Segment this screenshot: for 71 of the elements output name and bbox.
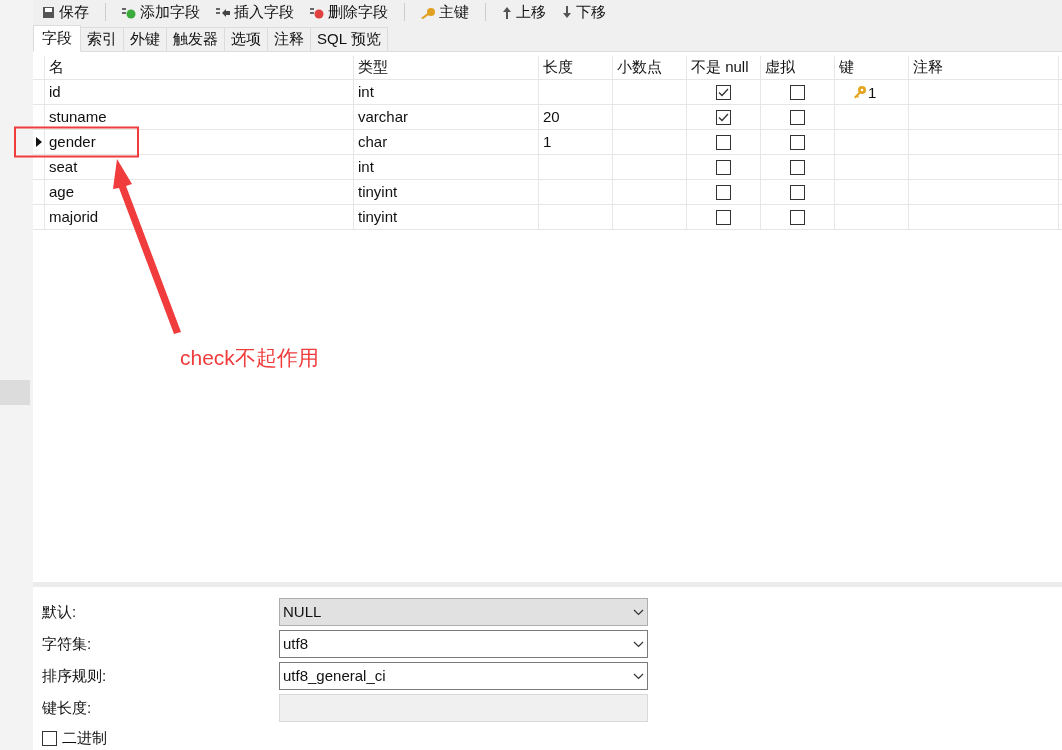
tab[interactable]: 索引 (81, 27, 124, 51)
field-label: 排序规则: (42, 665, 108, 686)
checkbox[interactable] (42, 730, 57, 746)
column-header[interactable]: 虚拟 (765, 56, 795, 79)
column-header[interactable]: 长度 (543, 56, 573, 79)
insert-field-icon (216, 5, 230, 19)
toolbar-button[interactable]: 下移 (558, 0, 610, 24)
delete-field-icon (310, 5, 324, 19)
checkbox[interactable] (716, 209, 731, 225)
toolbar-button[interactable]: 添加字段 (118, 0, 204, 24)
column-header[interactable]: 名 (49, 56, 64, 79)
annotation-text: check不起作用 (180, 345, 319, 371)
tab[interactable]: 外键 (124, 27, 167, 51)
tab[interactable]: 触发器 (167, 27, 225, 51)
toolbar-button[interactable]: 主键 (417, 0, 473, 24)
checkbox[interactable] (790, 84, 805, 100)
field-label: 字符集: (42, 633, 93, 654)
key-order: 1 (868, 83, 877, 103)
dropdown[interactable]: utf8 (279, 630, 648, 658)
tab[interactable]: 注释 (268, 27, 311, 51)
column-header[interactable]: 不是 null (691, 56, 749, 79)
table-cell-text: int (358, 81, 374, 102)
checkbox[interactable] (716, 109, 731, 125)
column-header[interactable]: 类型 (358, 56, 388, 79)
toolbar-button[interactable]: 删除字段 (306, 0, 392, 24)
tab[interactable]: SQL 预览 (311, 27, 388, 51)
column-header[interactable]: 注释 (913, 56, 943, 79)
table-cell-text: seat (49, 156, 78, 177)
table-cell-text: tinyint (358, 206, 398, 227)
table-cell-text: id (49, 81, 61, 102)
input-field[interactable] (279, 694, 648, 722)
add-field-icon (122, 5, 136, 19)
save-icon (42, 5, 55, 19)
checkbox[interactable] (716, 184, 731, 200)
table-cell-text: char (358, 131, 388, 152)
column-header[interactable]: 键 (839, 56, 854, 79)
chevron-down-icon (633, 672, 644, 680)
dropdown[interactable]: NULL (279, 598, 648, 626)
checkbox-label: 二进制 (62, 727, 107, 748)
table-cell-text: varchar (358, 106, 409, 127)
table-cell-text: 1 (543, 131, 552, 152)
dropdown[interactable]: utf8_general_ci (279, 662, 648, 690)
chevron-down-icon (633, 608, 644, 616)
table-cell-text: 20 (543, 106, 560, 127)
key-icon (421, 5, 435, 19)
tab[interactable]: 字段 (33, 25, 81, 52)
table-cell-text: majorid (49, 206, 99, 227)
toolbar-button[interactable]: 保存 (38, 0, 93, 24)
checkbox[interactable] (790, 159, 805, 175)
table-cell-text: age (49, 181, 75, 202)
chevron-down-icon (633, 640, 644, 648)
checkbox[interactable] (790, 209, 805, 225)
table-cell-text: stuname (49, 106, 107, 127)
table-cell-text: gender (49, 131, 96, 152)
key-icon (853, 85, 867, 99)
checkbox[interactable] (790, 184, 805, 200)
checkbox[interactable] (790, 134, 805, 150)
table-cell-text: int (358, 156, 374, 177)
field-label: 键长度: (42, 697, 93, 718)
table-cell-text: tinyint (358, 181, 398, 202)
tab[interactable]: 选项 (225, 27, 268, 51)
column-header[interactable]: 小数点 (617, 56, 662, 79)
checkbox[interactable] (716, 84, 731, 100)
toolbar-button[interactable]: 插入字段 (212, 0, 298, 24)
checkbox[interactable] (716, 134, 731, 150)
arrow-up-icon (502, 5, 512, 19)
checkbox[interactable] (716, 159, 731, 175)
field-label: 默认: (42, 601, 78, 622)
arrow-down-icon (562, 5, 572, 19)
checkbox[interactable] (790, 109, 805, 125)
toolbar-button[interactable]: 上移 (498, 0, 550, 24)
